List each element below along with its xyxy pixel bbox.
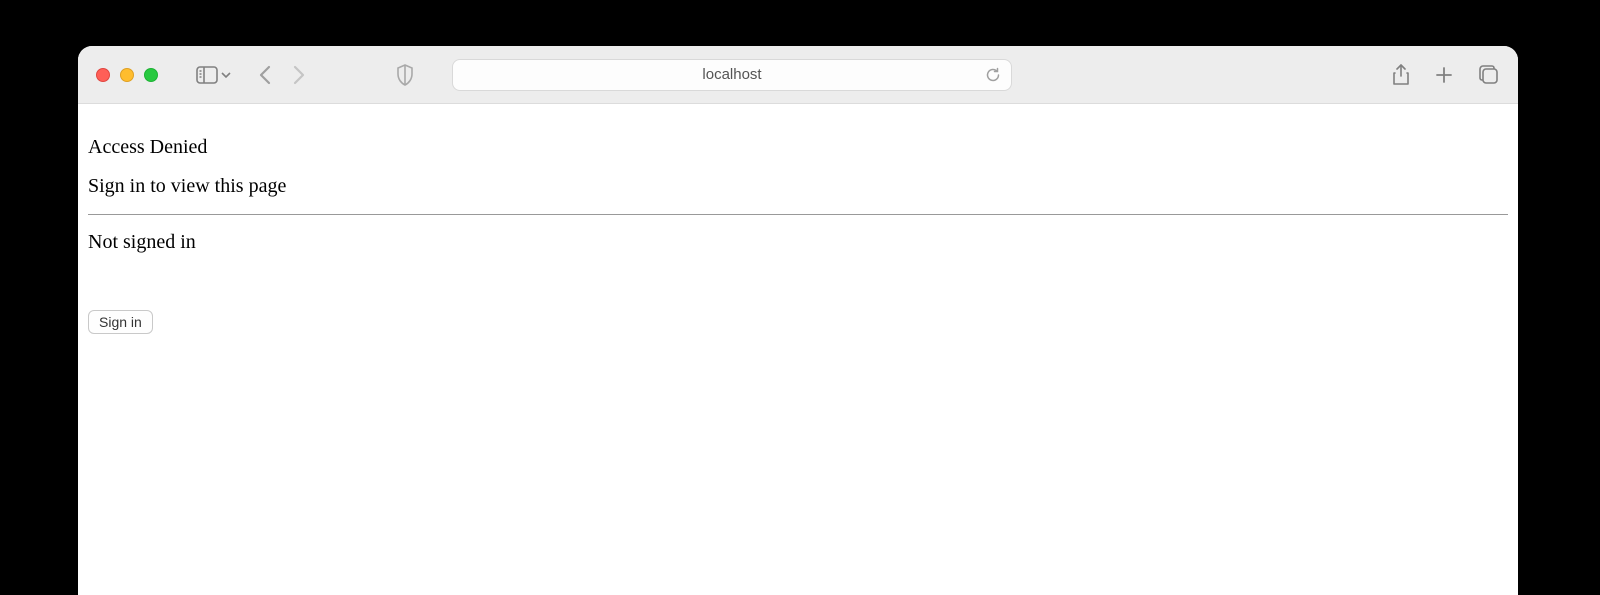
share-icon[interactable]: [1392, 64, 1410, 86]
tab-overview-icon[interactable]: [1478, 64, 1500, 86]
new-tab-icon[interactable]: [1434, 65, 1454, 85]
reload-icon[interactable]: [985, 67, 1001, 83]
divider: [88, 214, 1508, 215]
address-text: localhost: [702, 66, 761, 83]
page-content: Access Denied Sign in to view this page …: [78, 104, 1518, 350]
back-button[interactable]: [258, 65, 272, 85]
close-window-button[interactable]: [96, 68, 110, 82]
maximize-window-button[interactable]: [144, 68, 158, 82]
signin-prompt-text: Sign in to view this page: [88, 175, 1508, 198]
minimize-window-button[interactable]: [120, 68, 134, 82]
browser-window: localhost: [78, 46, 1518, 595]
browser-titlebar: localhost: [78, 46, 1518, 104]
forward-button[interactable]: [292, 65, 306, 85]
sidebar-toggle-icon[interactable]: [196, 66, 218, 84]
auth-status-text: Not signed in: [88, 231, 1508, 254]
privacy-shield-icon[interactable]: [396, 64, 414, 86]
chevron-down-icon[interactable]: [220, 69, 232, 81]
window-controls: [96, 68, 158, 82]
access-denied-heading: Access Denied: [88, 136, 1508, 159]
address-bar[interactable]: localhost: [452, 59, 1012, 91]
sign-in-button[interactable]: Sign in: [88, 310, 153, 334]
